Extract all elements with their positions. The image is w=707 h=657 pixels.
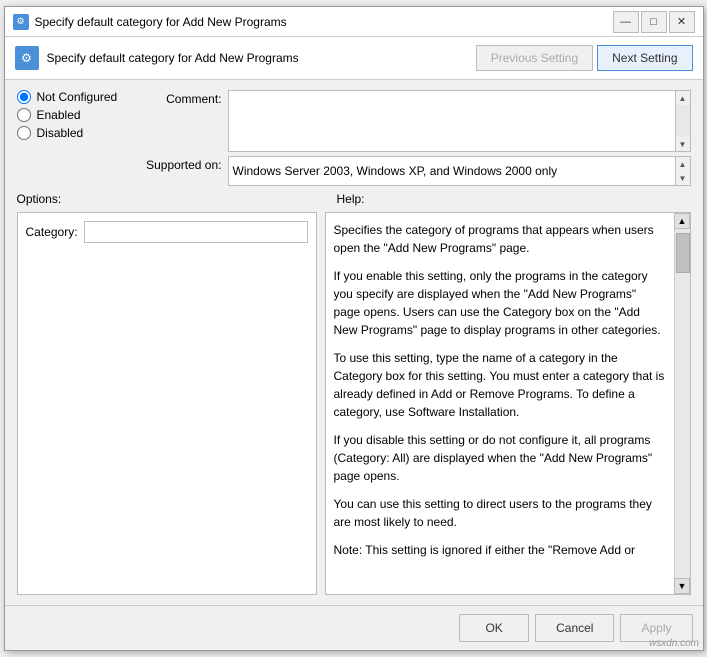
header-left: ⚙ Specify default category for Add New P… [15,46,299,70]
help-section-label: Help: [337,192,365,206]
help-scrollbar: ▲ ▼ [674,213,690,594]
comment-textarea-wrap: ▲ ▼ [228,90,691,152]
footer-bar: OK Cancel Apply [5,605,703,650]
help-scroll-thumb[interactable] [676,233,690,273]
help-para-5: You can use this setting to direct users… [334,495,666,531]
header-title: Specify default category for Add New Pro… [47,51,299,65]
help-panel: Specifies the category of programs that … [325,212,691,595]
header-buttons: Previous Setting Next Setting [476,45,693,71]
category-row: Category: [26,221,308,243]
radio-not-configured[interactable]: Not Configured [17,90,137,104]
section-labels-row: Options: Help: [17,192,691,206]
radio-enabled-input[interactable] [17,108,31,122]
panels-row: Category: Specifies the category of prog… [17,212,691,595]
help-content: Specifies the category of programs that … [326,213,674,594]
radio-not-configured-label: Not Configured [37,90,118,104]
main-window: ⚙ Specify default category for Add New P… [4,6,704,651]
supported-scroll-down[interactable]: ▼ [676,171,690,185]
help-para-4: If you disable this setting or do not co… [334,431,666,485]
watermark: wsxdn.com [649,638,699,649]
radio-not-configured-input[interactable] [17,90,31,104]
close-button[interactable]: ✕ [669,11,695,33]
category-input[interactable] [84,221,308,243]
comment-scroll-track [676,105,690,137]
comment-scroll-up[interactable]: ▲ [676,91,690,105]
supported-label: Supported on: [137,156,222,172]
previous-setting-button[interactable]: Previous Setting [476,45,593,71]
supported-row: Supported on: Windows Server 2003, Windo… [137,156,691,186]
radio-enabled[interactable]: Enabled [17,108,137,122]
comment-scroll-down[interactable]: ▼ [676,137,690,151]
supported-value: Windows Server 2003, Windows XP, and Win… [228,156,675,186]
supported-scrollbar: ▲ ▼ [675,156,691,186]
help-para-1: Specifies the category of programs that … [334,221,666,257]
help-para-6: Note: This setting is ignored if either … [334,541,666,559]
comment-scrollbar: ▲ ▼ [675,90,691,152]
radio-enabled-label: Enabled [37,108,81,122]
comment-textarea[interactable] [228,90,675,152]
title-bar: ⚙ Specify default category for Add New P… [5,7,703,37]
header-icon: ⚙ [15,46,39,70]
minimize-button[interactable]: — [613,11,639,33]
title-bar-controls: — □ ✕ [613,11,695,33]
help-scroll-up[interactable]: ▲ [674,213,690,229]
options-panel: Category: [17,212,317,595]
radio-disabled-input[interactable] [17,126,31,140]
cancel-button[interactable]: Cancel [535,614,614,642]
help-para-3: To use this setting, type the name of a … [334,349,666,421]
comment-label: Comment: [137,90,222,106]
help-scroll-down[interactable]: ▼ [674,578,690,594]
top-section: Not Configured Enabled Disabled Comm [17,90,691,186]
radio-disabled-label: Disabled [37,126,84,140]
window-icon: ⚙ [13,14,29,30]
window-title: Specify default category for Add New Pro… [35,15,613,29]
header-bar: ⚙ Specify default category for Add New P… [5,37,703,80]
content-area: Not Configured Enabled Disabled Comm [5,80,703,605]
radio-section: Not Configured Enabled Disabled [17,90,137,140]
supported-scroll-up[interactable]: ▲ [676,157,690,171]
help-scroll-track [675,229,690,578]
options-section-label: Options: [17,192,317,206]
supported-field-wrap: Windows Server 2003, Windows XP, and Win… [228,156,691,186]
comment-row: Comment: ▲ ▼ [137,90,691,152]
help-para-2: If you enable this setting, only the pro… [334,267,666,339]
category-label: Category: [26,225,78,239]
fields-column: Comment: ▲ ▼ Supported on: Windows [137,90,691,186]
ok-button[interactable]: OK [459,614,529,642]
radio-disabled[interactable]: Disabled [17,126,137,140]
next-setting-button[interactable]: Next Setting [597,45,692,71]
maximize-button[interactable]: □ [641,11,667,33]
radio-column: Not Configured Enabled Disabled [17,90,137,186]
